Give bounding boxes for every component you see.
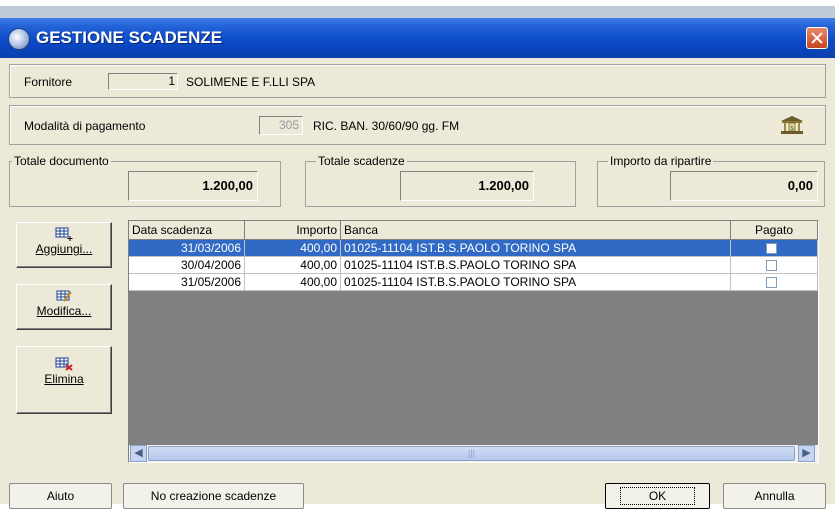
row-date: 31/05/2006 — [129, 274, 245, 291]
supplier-label: Fornitore — [24, 75, 73, 89]
edit-button[interactable]: Modifica... — [16, 284, 112, 330]
scroll-thumb[interactable]: ||| — [148, 446, 795, 461]
gestione-scadenze-dialog: GESTIONE SCADENZE Fornitore 1 SOLIMENE E… — [0, 18, 835, 509]
payment-code: 305 — [278, 118, 299, 132]
payment-description: RIC. BAN. 30/60/90 gg. FM — [313, 119, 460, 133]
horizontal-scrollbar[interactable]: ◀ ||| ▶ — [129, 445, 818, 462]
row-amount: 400,00 — [245, 257, 341, 274]
delete-button[interactable]: Elimina — [16, 346, 112, 414]
paid-checkbox[interactable] — [766, 243, 777, 254]
delete-button-label: Elimina — [44, 372, 84, 386]
total-document-label: Totale documento — [12, 154, 111, 168]
remaining-value: 0,00 — [670, 171, 818, 201]
paid-checkbox[interactable] — [766, 277, 777, 288]
row-paid-cell — [731, 274, 818, 291]
delete-row-icon — [55, 357, 73, 371]
ok-button[interactable]: OK — [605, 483, 710, 509]
help-button[interactable]: Aiuto — [9, 483, 112, 509]
add-button-label: Aggiungi... — [35, 242, 93, 256]
total-document-value: 1.200,00 — [128, 171, 258, 201]
supplier-panel: Fornitore 1 SOLIMENE E F.LLI SPA — [9, 64, 826, 98]
paid-checkbox[interactable] — [766, 260, 777, 271]
cancel-button[interactable]: Annulla — [723, 483, 826, 509]
table-row[interactable]: 30/04/2006 400,00 01025-11104 IST.B.S.PA… — [129, 257, 818, 274]
col-header-bank[interactable]: Banca — [341, 221, 731, 240]
remaining-group: Importo da ripartire 0,00 — [597, 154, 825, 207]
edit-button-label: Modifica... — [36, 304, 92, 318]
row-bank: 01025-11104 IST.B.S.PAOLO TORINO SPA — [341, 274, 731, 291]
row-date: 31/03/2006 — [129, 240, 245, 257]
row-paid-cell — [731, 240, 818, 257]
row-date: 30/04/2006 — [129, 257, 245, 274]
total-due-label: Totale scadenze — [316, 154, 407, 168]
svg-text:$: $ — [790, 125, 794, 132]
total-document-group: Totale documento 1.200,00 — [9, 154, 281, 207]
remaining-label: Importo da ripartire — [608, 154, 714, 168]
parent-window-strip — [0, 6, 835, 18]
row-paid-cell — [731, 257, 818, 274]
window-title: GESTIONE SCADENZE — [36, 28, 223, 47]
row-bank: 01025-11104 IST.B.S.PAOLO TORINO SPA — [341, 257, 731, 274]
supplier-code-field[interactable]: 1 — [108, 73, 178, 90]
supplier-code: 1 — [168, 74, 175, 88]
add-row-icon — [55, 227, 73, 241]
table-row[interactable]: 31/05/2006 400,00 01025-11104 IST.B.S.PA… — [129, 274, 818, 291]
col-header-amount[interactable]: Importo — [245, 221, 341, 240]
due-dates-grid[interactable]: Data scadenza Importo Banca Pagato 31/03… — [128, 220, 819, 463]
supplier-name: SOLIMENE E F.LLI SPA — [186, 75, 316, 89]
grid-header: Data scadenza Importo Banca Pagato — [129, 221, 818, 240]
row-bank: 01025-11104 IST.B.S.PAOLO TORINO SPA — [341, 240, 731, 257]
app-globe-icon — [8, 28, 30, 50]
close-button[interactable] — [806, 27, 828, 49]
bank-icon[interactable]: $ — [780, 115, 804, 135]
scroll-right-arrow[interactable]: ▶ — [798, 445, 815, 462]
row-amount: 400,00 — [245, 240, 341, 257]
col-header-date[interactable]: Data scadenza — [129, 221, 245, 240]
no-create-button[interactable]: No creazione scadenze — [123, 483, 304, 509]
table-row[interactable]: 31/03/2006 400,00 01025-11104 IST.B.S.PA… — [129, 240, 818, 257]
row-amount: 400,00 — [245, 274, 341, 291]
payment-panel: Modalità di pagamento 305 RIC. BAN. 30/6… — [9, 105, 826, 145]
add-button[interactable]: Aggiungi... — [16, 222, 112, 268]
edit-row-icon — [56, 290, 72, 302]
total-due-group: Totale scadenze 1.200,00 — [305, 154, 576, 207]
scroll-left-arrow[interactable]: ◀ — [130, 445, 147, 462]
col-header-paid[interactable]: Pagato — [731, 221, 818, 240]
ok-button-label: OK — [619, 487, 696, 505]
title-bar[interactable]: GESTIONE SCADENZE — [0, 18, 835, 58]
total-due-value: 1.200,00 — [400, 171, 534, 201]
payment-code-field[interactable]: 305 — [259, 116, 303, 135]
payment-label: Modalità di pagamento — [24, 119, 146, 133]
